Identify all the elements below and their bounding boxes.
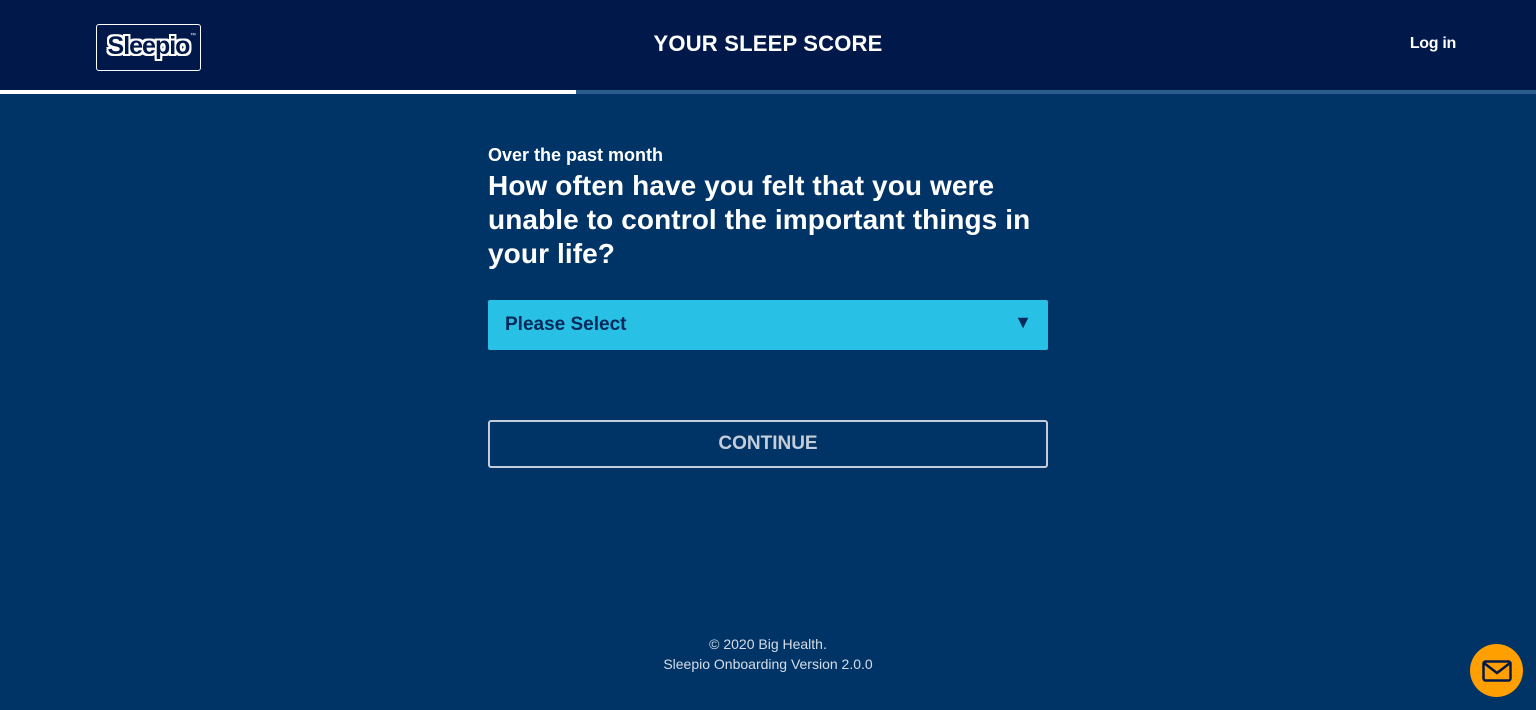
question-text: How often have you felt that you were un… [488, 170, 1031, 269]
footer: © 2020 Big Health. Sleepio Onboarding Ve… [0, 634, 1536, 674]
login-link[interactable]: Log in [1410, 35, 1456, 53]
copyright-text: © 2020 Big Health. [709, 636, 827, 652]
version-text: Sleepio Onboarding Version 2.0.0 [663, 656, 873, 672]
progress-bar-fill [0, 90, 576, 94]
continue-button[interactable]: CONTINUE [488, 420, 1048, 468]
page-title: YOUR SLEEP SCORE [653, 31, 883, 56]
question-section: Over the past month How often have you f… [488, 144, 1048, 468]
dropdown-arrow-icon: ▼ [1014, 312, 1032, 332]
progress-bar [0, 90, 1536, 94]
chat-button[interactable] [1470, 644, 1523, 697]
question-subheading: Over the past month [488, 145, 664, 165]
top-bar: Sleepio ™ YOUR SLEEP SCORE Log in [0, 0, 1536, 90]
envelope-icon [1481, 659, 1512, 682]
select-value: Please Select [505, 314, 627, 335]
answer-select[interactable]: Please Select ▼ [488, 300, 1048, 350]
